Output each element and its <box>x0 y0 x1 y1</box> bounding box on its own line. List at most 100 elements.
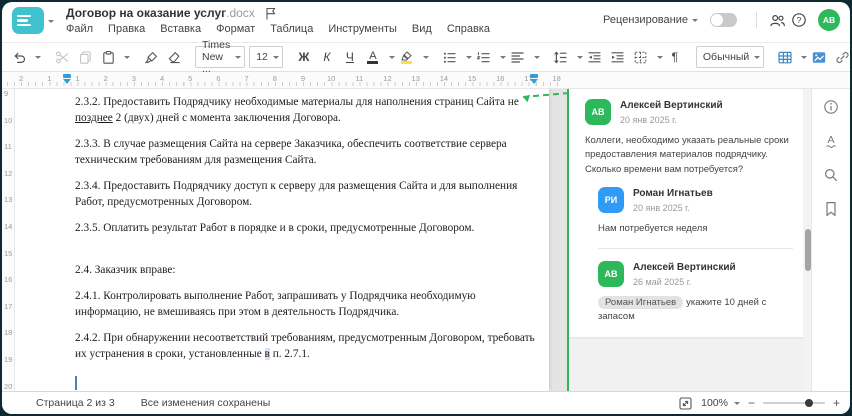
ruler-number: 8 <box>272 74 277 83</box>
search-icon[interactable] <box>821 165 841 185</box>
menu-item[interactable]: Вставка <box>160 23 201 35</box>
zoom-slider-handle[interactable] <box>804 398 813 407</box>
ruler-number: 12 <box>383 74 392 83</box>
menu-item[interactable]: Правка <box>108 23 145 35</box>
help-icon[interactable]: ? <box>788 9 810 31</box>
chevron-down-icon[interactable] <box>422 56 429 62</box>
paste-icon[interactable] <box>97 46 119 68</box>
chevron-down-icon[interactable] <box>692 19 698 25</box>
chevron-down-icon[interactable] <box>388 56 395 62</box>
save-status: Все изменения сохранены <box>140 397 271 409</box>
vertical-ruler[interactable]: 9 10 11 12 13 14 15 16 17 18 19 20 <box>2 89 15 391</box>
font-name-select[interactable]: Times New ... <box>195 39 246 75</box>
document-page[interactable]: 2.3.2. Предоставить Подрядчику необходим… <box>15 89 549 391</box>
paragraph-2-4-1: 2.4.1. Контролировать выполнение Работ, … <box>75 290 476 318</box>
indent-icon[interactable] <box>607 46 629 68</box>
chevron-down-icon[interactable] <box>124 56 130 62</box>
menu-item[interactable]: Файл <box>66 23 93 35</box>
chevron-down-icon[interactable] <box>801 56 808 62</box>
ruler-number: 5 <box>188 74 193 83</box>
chevron-down-icon[interactable] <box>465 56 472 62</box>
line-spacing-icon[interactable] <box>550 46 572 68</box>
horizontal-ruler[interactable]: 2 1 1 2 3 4 5 6 7 8 9 10 11 12 13 14 15 16 17 18 <box>2 72 850 89</box>
numbered-list-icon[interactable] <box>473 46 495 68</box>
ruler-number: 13 <box>4 195 13 205</box>
chevron-down-icon[interactable] <box>533 56 540 62</box>
comment-item[interactable]: РИ Роман Игнатьев 20 янв 2025 г. Нам пот… <box>598 186 793 236</box>
chevron-down-icon[interactable] <box>733 402 740 408</box>
menu-item[interactable]: Вид <box>412 23 432 35</box>
ruler-number: 17 <box>524 74 533 83</box>
highlight-color-button[interactable] <box>396 46 418 68</box>
paragraph-style-select[interactable]: Обычный <box>695 46 765 68</box>
comment-thread[interactable]: АВ Алексей Вертинский 20 янв 2025 г. Кол… <box>569 89 807 337</box>
menu-item[interactable]: Таблица <box>270 23 313 35</box>
link-icon[interactable] <box>831 46 850 68</box>
zoom-in-button[interactable]: + <box>833 397 840 409</box>
undo-icon[interactable] <box>8 46 30 68</box>
menu-bar: Файл Правка Вставка Формат Таблица Инструмент… <box>66 23 490 35</box>
cut-icon[interactable] <box>51 46 73 68</box>
chevron-down-icon <box>48 19 54 26</box>
bookmark-icon[interactable] <box>821 199 841 219</box>
copy-icon[interactable] <box>74 46 96 68</box>
document-extension: .docx <box>226 6 255 20</box>
italic-button[interactable]: К <box>316 46 338 68</box>
chevron-down-icon[interactable] <box>35 56 41 62</box>
user-avatar[interactable]: АВ <box>818 9 840 31</box>
spellcheck-icon[interactable]: А <box>821 131 841 151</box>
comment-item[interactable]: АВ Алексей Вертинский 26 май 2025 г. Ром… <box>598 261 793 325</box>
ruler-number: 3 <box>131 74 136 83</box>
ruler-number: 14 <box>4 221 13 231</box>
image-icon[interactable] <box>808 46 830 68</box>
review-toggle[interactable] <box>710 13 737 27</box>
ruler-number: 1 <box>47 74 52 83</box>
flag-icon[interactable] <box>265 7 276 20</box>
zoom-slider[interactable] <box>762 398 825 407</box>
bullet-list-icon[interactable] <box>439 46 461 68</box>
chevron-down-icon[interactable] <box>576 56 583 62</box>
font-name-value: Times New ... <box>202 39 231 75</box>
review-mode-label[interactable]: Рецензирование <box>603 14 688 26</box>
comment-author: Алексей Вертинский <box>633 262 736 273</box>
scrollbar-thumb[interactable] <box>804 229 811 271</box>
font-color-button[interactable]: А <box>362 46 384 68</box>
underline-button[interactable]: Ч <box>339 46 361 68</box>
comment-item[interactable]: АВ Алексей Вертинский 20 янв 2025 г. Кол… <box>585 99 793 177</box>
menu-item[interactable]: Справка <box>447 23 490 35</box>
fit-width-icon[interactable] <box>678 396 693 411</box>
format-painter-icon[interactable] <box>140 46 162 68</box>
menu-item[interactable]: Формат <box>216 23 255 35</box>
borders-icon[interactable] <box>630 46 652 68</box>
paragraph-2-3-5: 2.3.5. Оплатить результат Работ в порядк… <box>75 222 475 234</box>
zoom-level[interactable]: 100% <box>701 397 728 409</box>
bold-button[interactable]: Ж <box>293 46 315 68</box>
font-size-select[interactable]: 12 <box>249 46 283 68</box>
info-icon[interactable] <box>821 97 841 117</box>
page-indicator[interactable]: Страница 2 из 3 <box>36 397 115 409</box>
ruler-number: 2 <box>103 74 108 83</box>
comment-text: Коллеги, необходимо указать реальные сро… <box>585 135 789 175</box>
comment-date: 20 янв 2025 г. <box>620 115 677 125</box>
ruler-number: 4 <box>159 74 165 83</box>
ruler-number: 6 <box>216 74 221 83</box>
mention-chip[interactable]: Роман Игнатьев <box>598 296 684 309</box>
paragraph-2-3-3: 2.3.3. В случае размещения Сайта на серв… <box>75 138 507 166</box>
chevron-down-icon[interactable] <box>499 56 506 62</box>
toolbar: Times New ... 12 Ж К Ч А ¶ Обычный <box>2 39 850 75</box>
chevron-down-icon[interactable] <box>656 56 663 62</box>
outdent-icon[interactable] <box>584 46 606 68</box>
chevron-down-icon <box>754 56 761 62</box>
table-icon[interactable] <box>774 46 796 68</box>
ruler-number: 12 <box>4 168 13 178</box>
ruler-number: 17 <box>4 301 13 311</box>
align-icon[interactable] <box>507 46 529 68</box>
zoom-out-button[interactable]: − <box>748 397 755 409</box>
collaboration-icon[interactable] <box>766 9 788 31</box>
eraser-icon[interactable] <box>163 46 185 68</box>
ruler-number: 7 <box>244 74 249 83</box>
app-logo-button[interactable] <box>12 7 54 34</box>
ruler-number: 20 <box>4 381 13 391</box>
show-paragraph-marks-button[interactable]: ¶ <box>664 46 686 68</box>
menu-item[interactable]: Инструменты <box>328 23 397 35</box>
